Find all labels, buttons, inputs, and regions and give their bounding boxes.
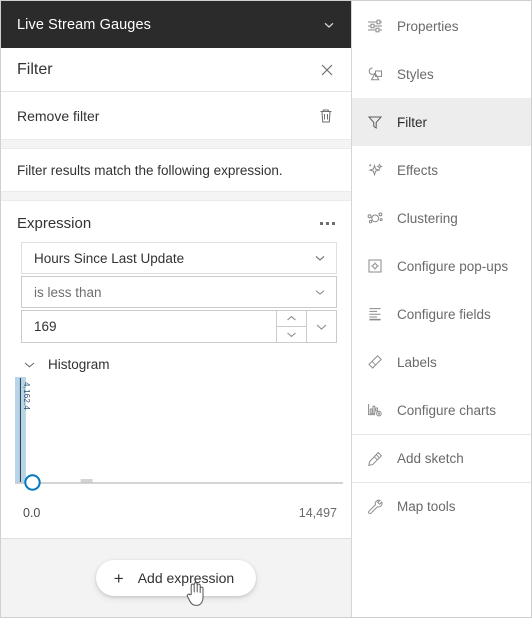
- fields-list-icon: [369, 308, 381, 321]
- field-select-value: Hours Since Last Update: [34, 250, 185, 266]
- expression-header: Expression: [1, 201, 351, 238]
- histogram-label: Histogram: [48, 357, 110, 372]
- chevron-down-icon[interactable]: [321, 17, 337, 33]
- plus-icon: +: [113, 568, 124, 588]
- axis-max-label: 14,497: [298, 506, 337, 520]
- remove-filter-button[interactable]: Remove filter: [1, 92, 351, 139]
- sidebar-item-clustering[interactable]: Clustering: [352, 194, 531, 242]
- sidebar-item-configure-charts[interactable]: Configure charts: [352, 386, 531, 434]
- chevron-down-icon: [315, 255, 325, 261]
- panel-footer: + Add expression: [1, 538, 351, 617]
- sidebar-item-add-sketch[interactable]: Add sketch: [352, 434, 531, 482]
- sidebar-item-labels[interactable]: Labels: [352, 338, 531, 386]
- histogram-bar-value-label: 4,162.4: [22, 382, 31, 411]
- tools-sidebar: Properties Styles Filter Effects Cluster…: [352, 1, 531, 617]
- filter-panel: Live Stream Gauges Filter Remove filter: [1, 1, 352, 617]
- histogram-toggle[interactable]: Histogram: [1, 345, 351, 376]
- sidebar-item-label: Effects: [397, 162, 439, 178]
- bar-chart-gear-icon: [368, 404, 382, 417]
- close-icon[interactable]: [317, 60, 337, 80]
- quantity-stepper: [276, 311, 306, 342]
- kebab-menu-icon[interactable]: [320, 218, 335, 229]
- sidebar-item-configure-popups[interactable]: Configure pop-ups: [352, 242, 531, 290]
- panel-title-row: Filter: [1, 48, 351, 92]
- filter-match-description: Filter results match the following expre…: [17, 162, 283, 178]
- kebab-dot: [326, 222, 329, 225]
- kebab-dot: [332, 222, 335, 225]
- value-input-row: 169: [21, 310, 337, 343]
- chevron-down-icon: [287, 332, 296, 338]
- add-expression-button[interactable]: + Add expression: [95, 560, 257, 596]
- sliders-icon: [368, 19, 382, 33]
- remove-filter-label: Remove filter: [17, 107, 100, 124]
- pencil-sketch-icon: [368, 451, 383, 466]
- wrench-icon: [368, 499, 383, 514]
- sidebar-item-properties[interactable]: Properties: [352, 2, 531, 50]
- histogram-axis-labels: 0.0 14,497: [15, 506, 343, 522]
- label-tag-icon: [368, 355, 382, 369]
- sidebar-item-label: Properties: [397, 18, 459, 34]
- popup-icon: [368, 259, 382, 273]
- axis-min-label: 0.0: [23, 506, 41, 520]
- page-title: Filter: [17, 60, 53, 78]
- sidebar-item-label: Configure pop-ups: [397, 258, 509, 274]
- stepper-increment-button[interactable]: [277, 311, 306, 327]
- sidebar-item-filter[interactable]: Filter: [352, 98, 531, 146]
- expression-section: Expression Hours Since Last Update is le…: [1, 201, 351, 538]
- sidebar-item-label: Add sketch: [397, 451, 464, 466]
- chevron-down-icon: [24, 362, 35, 368]
- shapes-icon: [368, 67, 382, 81]
- sidebar-item-label: Map tools: [397, 499, 456, 514]
- sidebar-item-label: Filter: [397, 114, 427, 130]
- stepper-decrement-button[interactable]: [277, 327, 306, 342]
- section-divider: [1, 139, 351, 149]
- funnel-icon: [367, 116, 383, 129]
- sidebar-item-effects[interactable]: Effects: [352, 146, 531, 194]
- value-dropdown-button[interactable]: [306, 311, 336, 342]
- chevron-down-icon: [315, 290, 325, 295]
- chevron-down-icon: [316, 324, 327, 330]
- section-divider-2: [1, 191, 351, 201]
- sidebar-item-label: Labels: [397, 354, 437, 370]
- value-input[interactable]: 169: [22, 311, 276, 342]
- sidebar-item-styles[interactable]: Styles: [352, 50, 531, 98]
- sidebar-item-label: Configure fields: [397, 306, 491, 322]
- field-select[interactable]: Hours Since Last Update: [21, 242, 337, 274]
- sparkles-icon: [368, 163, 383, 177]
- sidebar-item-configure-fields[interactable]: Configure fields: [352, 290, 531, 338]
- add-expression-label: Add expression: [137, 570, 235, 586]
- expression-title: Expression: [17, 215, 92, 232]
- sidebar-item-label: Styles: [397, 66, 434, 82]
- trash-icon[interactable]: [317, 107, 335, 125]
- slider-handle[interactable]: [23, 473, 42, 492]
- operator-select[interactable]: is less than: [21, 276, 337, 308]
- sidebar-item-map-tools[interactable]: Map tools: [352, 482, 531, 530]
- app-window: Live Stream Gauges Filter Remove filter: [0, 0, 532, 618]
- kebab-dot: [320, 222, 323, 225]
- layer-header[interactable]: Live Stream Gauges: [1, 1, 351, 48]
- sidebar-item-label: Configure charts: [397, 402, 497, 418]
- sidebar-item-label: Clustering: [397, 210, 458, 226]
- histogram-svg: [15, 377, 343, 484]
- chevron-up-icon: [287, 315, 296, 321]
- expression-fields: Hours Since Last Update is less than 169: [1, 238, 351, 343]
- operator-select-value: is less than: [34, 284, 102, 300]
- layer-title: Live Stream Gauges: [17, 16, 151, 33]
- clustering-icon: [367, 212, 383, 224]
- histogram-chart[interactable]: 4,162.4: [15, 376, 343, 506]
